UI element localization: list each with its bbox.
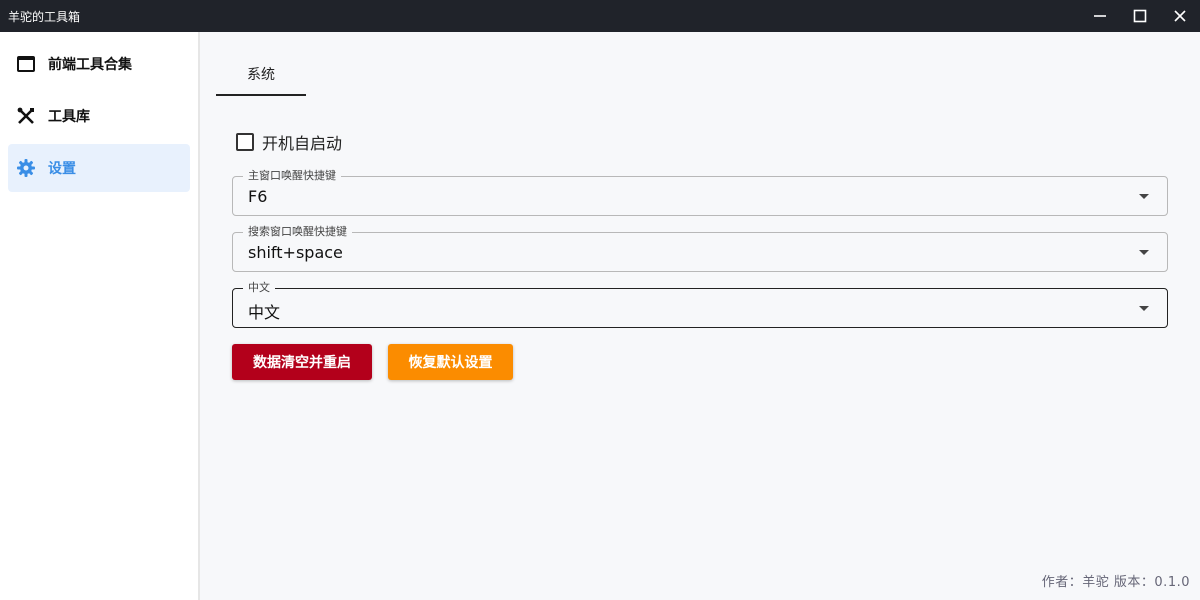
title-bar: 羊驼的工具箱 bbox=[0, 0, 1200, 32]
language-select[interactable]: 中文 中文 bbox=[232, 281, 1168, 328]
sidebar-item-tool-library[interactable]: 工具库 bbox=[8, 92, 190, 140]
sidebar-item-label: 前端工具合集 bbox=[48, 57, 132, 73]
field-legend: 中文 bbox=[243, 281, 275, 295]
field-value: 中文 bbox=[248, 303, 281, 322]
browser-window-icon bbox=[16, 54, 36, 74]
sidebar-item-label: 工具库 bbox=[48, 109, 90, 125]
tab-bar: 系统 bbox=[216, 54, 306, 96]
close-icon bbox=[1174, 10, 1186, 22]
field-legend: 主窗口唤醒快捷键 bbox=[243, 169, 341, 183]
search-window-hotkey-select[interactable]: 搜索窗口唤醒快捷键 shift+space bbox=[232, 225, 1168, 272]
sidebar: 前端工具合集 工具库 设置 bbox=[0, 32, 200, 600]
main-window-hotkey-select[interactable]: 主窗口唤醒快捷键 F6 bbox=[232, 169, 1168, 216]
sidebar-item-settings[interactable]: 设置 bbox=[8, 144, 190, 192]
autostart-label: 开机自启动 bbox=[262, 134, 343, 153]
maximize-icon bbox=[1133, 9, 1147, 23]
field-legend: 搜索窗口唤醒快捷键 bbox=[243, 225, 352, 239]
maximize-button[interactable] bbox=[1120, 0, 1160, 32]
restore-defaults-button[interactable]: 恢复默认设置 bbox=[388, 344, 513, 380]
sidebar-item-label: 设置 bbox=[48, 161, 76, 177]
sidebar-item-frontend-tools[interactable]: 前端工具合集 bbox=[8, 40, 190, 88]
caret-down-icon bbox=[1139, 306, 1149, 311]
caret-down-icon bbox=[1139, 194, 1149, 199]
tools-icon bbox=[16, 106, 36, 126]
field-value: F6 bbox=[248, 187, 268, 206]
close-button[interactable] bbox=[1160, 0, 1200, 32]
minimize-button[interactable] bbox=[1080, 0, 1120, 32]
minimize-icon bbox=[1094, 15, 1106, 17]
field-value: shift+space bbox=[248, 243, 343, 262]
footer-info: 作者：羊驼 版本：0.1.0 bbox=[1041, 575, 1190, 590]
settings-panel: 系统 开机自启动 主窗口唤醒快捷键 F6 搜索窗口唤醒快捷键 shift+spa… bbox=[202, 32, 1200, 600]
window-title: 羊驼的工具箱 bbox=[8, 9, 81, 24]
caret-down-icon bbox=[1139, 250, 1149, 255]
autostart-checkbox[interactable] bbox=[236, 133, 254, 151]
gear-icon bbox=[16, 158, 36, 178]
autostart-option[interactable]: 开机自启动 bbox=[236, 130, 342, 154]
tab-system[interactable]: 系统 bbox=[216, 54, 306, 96]
clear-data-restart-button[interactable]: 数据清空并重启 bbox=[232, 344, 372, 380]
